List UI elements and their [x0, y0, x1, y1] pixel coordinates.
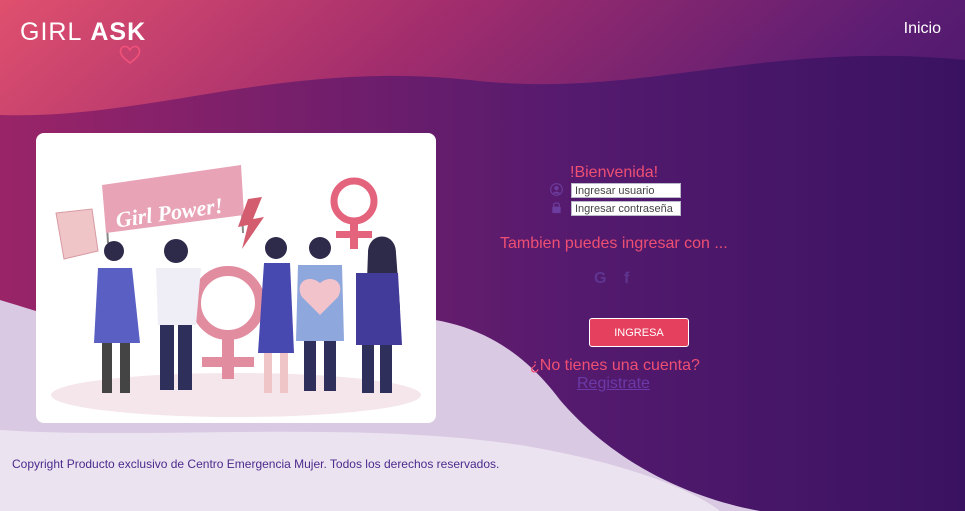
- girl-power-illustration: Girl Power!: [51, 165, 421, 417]
- lock-icon: [552, 202, 561, 214]
- username-input[interactable]: [571, 183, 681, 198]
- no-account-text: ¿No tienes una cuenta?: [530, 357, 700, 374]
- user-icon: [550, 183, 563, 196]
- hero-illustration-card: Girl Power!: [36, 133, 436, 423]
- login-submit-button[interactable]: INGRESA: [589, 318, 689, 347]
- logo-text-bold: ASK: [90, 18, 147, 46]
- footer-copyright: Copyright Producto exclusivo de Centro E…: [12, 457, 500, 471]
- heart-icon: [119, 45, 141, 65]
- google-icon[interactable]: G: [594, 270, 606, 288]
- alt-login-text: Tambien puedes ingresar con ...: [500, 235, 728, 252]
- facebook-icon[interactable]: f: [624, 270, 629, 288]
- logo-text-light: GIRL: [20, 18, 83, 46]
- welcome-heading: !Bienvenida!: [570, 164, 659, 181]
- register-link[interactable]: Registrate: [577, 375, 650, 393]
- password-input[interactable]: [571, 201, 681, 216]
- nav-inicio-link[interactable]: Inicio: [904, 20, 941, 38]
